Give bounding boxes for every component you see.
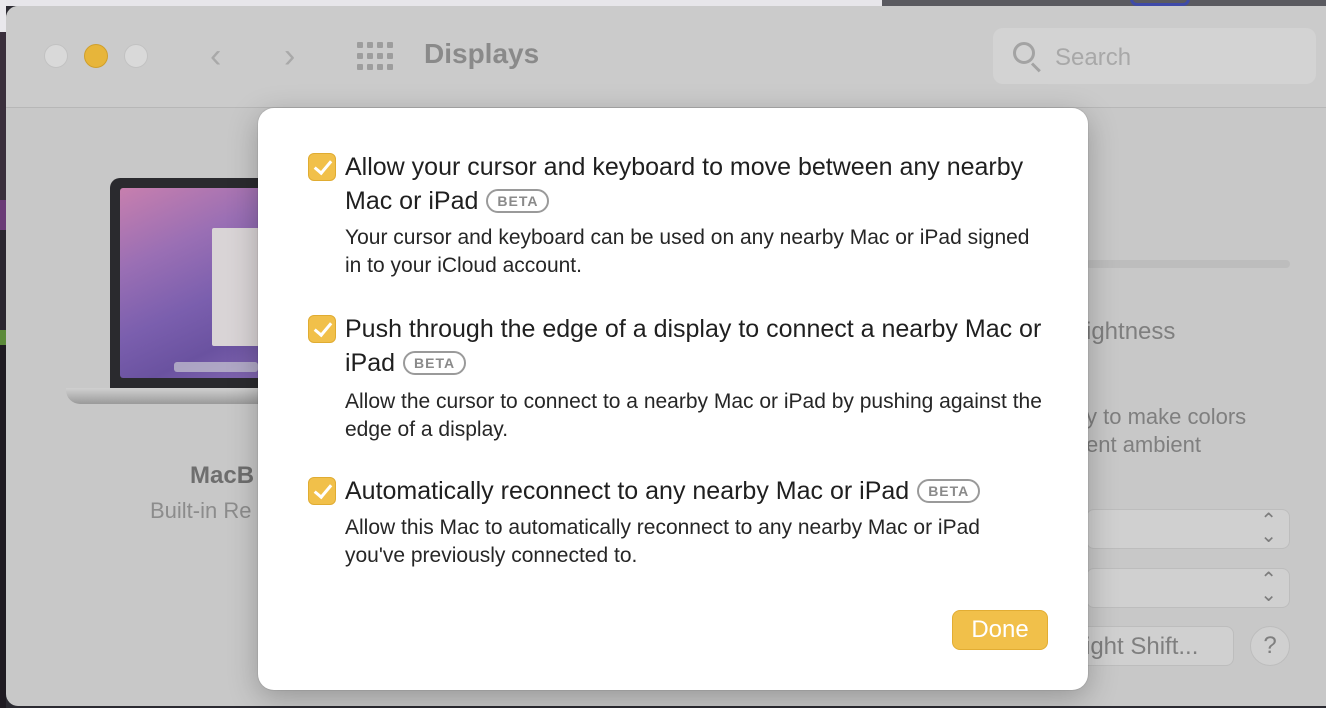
option-title: Automatically reconnect to any nearby Ma… xyxy=(345,474,1045,508)
search-placeholder: Search xyxy=(1055,44,1132,71)
beta-badge: BETA xyxy=(917,479,981,503)
true-tone-description-line1: y to make colors xyxy=(1086,404,1247,429)
night-shift-button[interactable]: ight Shift... xyxy=(1066,626,1234,666)
push-through-edge-checkbox[interactable] xyxy=(308,315,336,343)
night-shift-label: ight Shift... xyxy=(1085,633,1199,660)
popup-chevron-icon: ⌃ ⌄ xyxy=(1260,510,1277,547)
search-field[interactable]: Search xyxy=(993,28,1316,84)
window-title: Displays xyxy=(424,38,540,69)
refresh-rate-popup[interactable]: ⌃ ⌄ xyxy=(1086,568,1290,608)
beta-badge: BETA xyxy=(486,189,550,213)
option-title-text: Allow your cursor and keyboard to move b… xyxy=(345,153,1024,215)
device-subtitle: Built-in Re xyxy=(150,498,252,523)
true-tone-description-line2: ent ambient xyxy=(1086,432,1201,457)
help-button[interactable]: ? xyxy=(1250,626,1290,666)
done-button[interactable]: Done xyxy=(952,610,1048,650)
preview-dock xyxy=(174,362,258,372)
brightness-slider[interactable] xyxy=(1086,260,1290,268)
popup-chevron-icon: ⌃ ⌄ xyxy=(1260,569,1277,606)
universal-control-sheet: Allow your cursor and keyboard to move b… xyxy=(258,108,1088,690)
device-name: MacB xyxy=(190,462,255,489)
cursor-keyboard-checkbox[interactable] xyxy=(308,153,336,181)
back-arrow-icon[interactable]: ‹ xyxy=(210,36,221,76)
forward-arrow-icon[interactable]: › xyxy=(284,36,295,76)
option-description: Your cursor and keyboard can be used on … xyxy=(345,226,1030,277)
option-title: Allow your cursor and keyboard to move b… xyxy=(345,150,1045,218)
option-description: Allow the cursor to connect to a nearby … xyxy=(345,390,1042,441)
preview-window xyxy=(212,228,262,346)
resolution-popup[interactable]: ⌃ ⌄ xyxy=(1086,509,1290,549)
close-window-button[interactable] xyxy=(44,44,68,68)
brightness-label: ightness xyxy=(1086,318,1176,345)
search-icon xyxy=(1013,42,1035,64)
beta-badge: BETA xyxy=(403,351,467,375)
show-all-grid-icon[interactable] xyxy=(357,42,395,70)
option-title: Push through the edge of a display to co… xyxy=(345,312,1045,380)
minimize-window-button[interactable] xyxy=(84,44,108,68)
auto-reconnect-checkbox[interactable] xyxy=(308,477,336,505)
option-title-text: Automatically reconnect to any nearby Ma… xyxy=(345,477,910,505)
window-toolbar: ‹ › Displays Search xyxy=(6,6,1326,108)
option-description: Allow this Mac to automatically reconnec… xyxy=(345,516,980,567)
zoom-window-button[interactable] xyxy=(124,44,148,68)
